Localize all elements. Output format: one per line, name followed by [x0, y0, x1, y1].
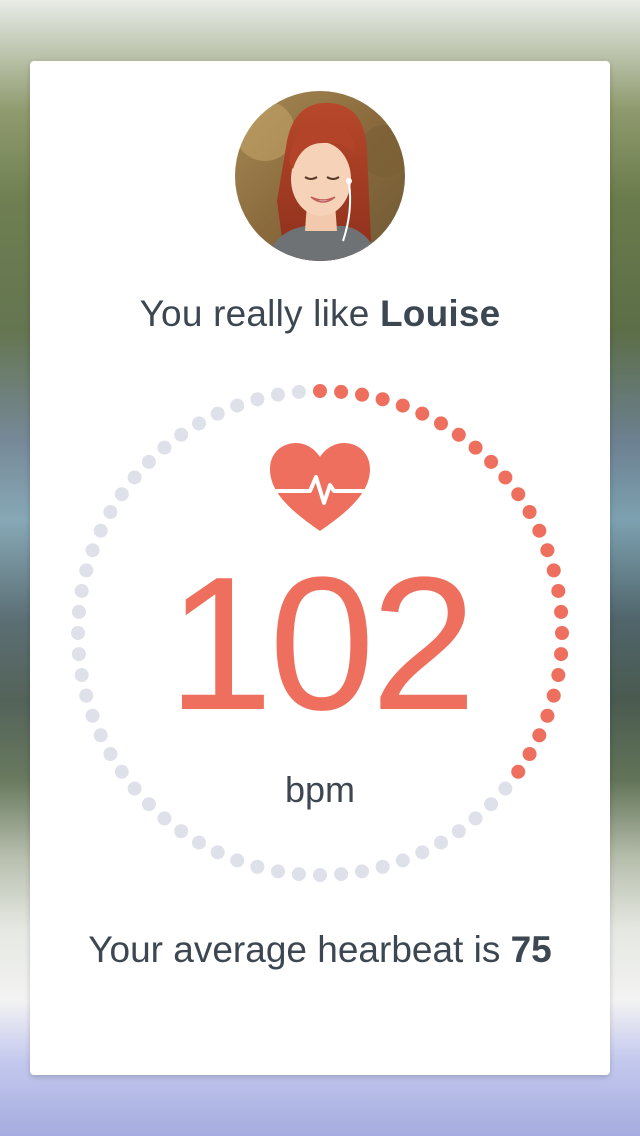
progress-dot-inactive — [210, 406, 225, 421]
avatar-photo — [235, 91, 405, 261]
progress-dot-active — [415, 406, 430, 421]
average-heartbeat: Your average hearbeat is 75 — [30, 929, 610, 971]
progress-dot-active — [313, 384, 327, 398]
progress-dot-inactive — [93, 523, 108, 538]
avatar[interactable] — [235, 91, 405, 261]
progress-dot-inactive — [157, 811, 172, 826]
progress-dot-inactive — [415, 845, 430, 860]
progress-dot-active — [355, 387, 370, 402]
progress-dot-inactive — [230, 853, 245, 868]
progress-dot-inactive — [114, 487, 129, 502]
progress-dot-inactive — [270, 864, 285, 879]
progress-dot-inactive — [230, 398, 245, 413]
average-heartbeat-prefix: Your average hearbeat is — [88, 929, 511, 970]
progress-dot-active — [334, 384, 349, 399]
progress-dot-inactive — [270, 387, 285, 402]
bpm-unit: bpm — [284, 769, 356, 810]
match-name: Louise — [379, 293, 501, 334]
progress-dot-active — [468, 440, 483, 455]
progress-dot-inactive — [291, 867, 306, 882]
progress-dot-active — [434, 416, 448, 431]
progress-dot-active — [375, 392, 390, 407]
progress-dot-active — [532, 523, 547, 538]
progress-dot-inactive — [250, 392, 265, 407]
progress-dot-inactive — [434, 835, 448, 850]
match-message-prefix: You really like — [139, 293, 380, 334]
progress-dot-inactive — [192, 835, 206, 850]
progress-dot-inactive — [174, 824, 189, 839]
heartbeat-card: You really like Louise 102 bpm Your aver… — [30, 61, 610, 1075]
progress-dot-inactive — [157, 440, 172, 455]
match-message: You really like Louise — [30, 293, 610, 335]
progress-dot-inactive — [468, 811, 483, 826]
average-heartbeat-value: 75 — [510, 929, 552, 970]
progress-dot-inactive — [313, 868, 327, 882]
progress-dot-inactive — [210, 845, 225, 860]
progress-dot-inactive — [141, 454, 156, 469]
progress-dot-active — [522, 505, 537, 519]
heart-pulse-icon — [270, 443, 370, 531]
progress-dot-inactive — [250, 859, 265, 874]
bpm-value: 102 — [167, 538, 476, 750]
progress-dot-active — [451, 427, 466, 442]
progress-dot-active — [511, 487, 526, 502]
progress-dot-active — [484, 454, 499, 469]
progress-dot-inactive — [192, 416, 206, 431]
progress-dot-inactive — [127, 470, 142, 485]
progress-dot-inactive — [451, 824, 466, 839]
progress-dot-inactive — [334, 867, 349, 882]
progress-dot-active — [522, 747, 537, 761]
progress-dot-inactive — [103, 747, 118, 761]
progress-dot-inactive — [355, 864, 370, 879]
progress-dot-inactive — [103, 505, 118, 519]
progress-dot-active — [395, 398, 410, 413]
progress-dot-active — [498, 470, 513, 485]
progress-dot-inactive — [174, 427, 189, 442]
progress-dot-inactive — [291, 384, 306, 399]
progress-dot-inactive — [395, 853, 410, 868]
progress-dot-inactive — [375, 859, 390, 874]
